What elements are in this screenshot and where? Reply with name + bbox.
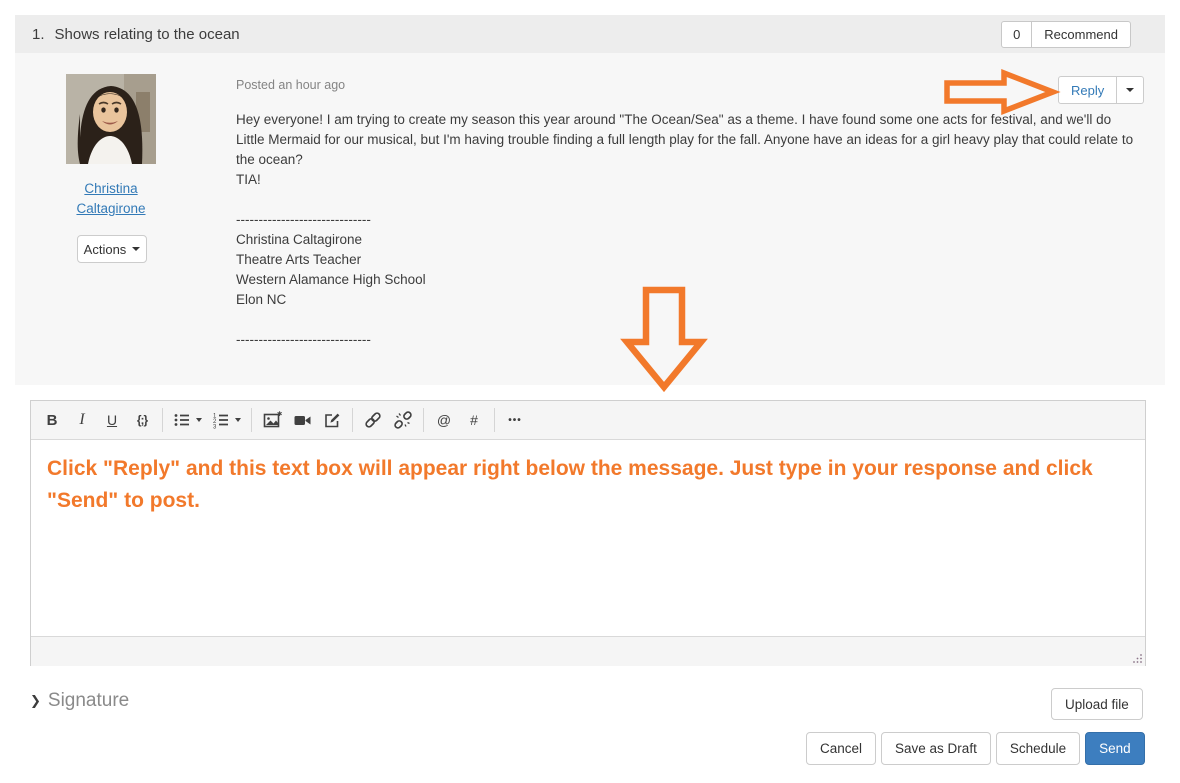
- underline-icon[interactable]: U: [97, 405, 127, 435]
- actions-button[interactable]: Actions: [77, 235, 147, 263]
- save-as-draft-button[interactable]: Save as Draft: [881, 732, 991, 765]
- remove-link-button[interactable]: [388, 405, 418, 435]
- thread-number: 1.: [32, 25, 45, 43]
- insert-video-button[interactable]: [287, 405, 317, 435]
- signature-toggle[interactable]: ❯ Signature: [30, 690, 129, 712]
- bullet-list-button[interactable]: [168, 405, 207, 435]
- compose-button[interactable]: [317, 405, 347, 435]
- toolbar-divider: [494, 408, 495, 432]
- signature-title: Theatre Arts Teacher: [236, 252, 362, 267]
- toolbar-divider: [251, 408, 252, 432]
- discussion-page: 1. Shows relating to the ocean 0 Recomme…: [0, 0, 1180, 783]
- bullet-list-icon: [174, 414, 189, 426]
- insert-image-icon: ✱: [263, 411, 282, 427]
- svg-text:✱: ✱: [277, 411, 282, 418]
- bold-icon[interactable]: B: [37, 405, 67, 435]
- reply-editor: B I U {;} 1 2 3 ✱ @ # ••• Click "Reply" …: [30, 400, 1146, 666]
- more-options-icon[interactable]: •••: [500, 405, 530, 435]
- toolbar-divider: [423, 408, 424, 432]
- recommend-button[interactable]: Recommend: [1032, 22, 1130, 47]
- recommend-button-group: 0 Recommend: [1001, 21, 1131, 48]
- annotation-arrow-down-icon: [620, 286, 708, 393]
- recommend-count[interactable]: 0: [1002, 22, 1033, 47]
- post-card: Christina Caltagirone Actions Posted an …: [15, 53, 1165, 385]
- insert-video-icon: [294, 415, 310, 425]
- avatar[interactable]: [66, 74, 156, 164]
- annotation-arrow-right-icon: [944, 69, 1061, 115]
- compose-icon: [324, 413, 339, 427]
- resize-grip-icon[interactable]: [1132, 653, 1143, 664]
- editor-actions-bar: Cancel Save as Draft Schedule Send: [806, 732, 1145, 765]
- signature-toggle-label: Signature: [47, 690, 130, 711]
- caret-down-icon: [196, 418, 202, 422]
- schedule-button[interactable]: Schedule: [995, 732, 1081, 765]
- send-button[interactable]: Send: [1085, 732, 1145, 765]
- editor-content-area[interactable]: Click "Reply" and this text box will app…: [31, 440, 1145, 636]
- caret-down-icon: [235, 418, 241, 422]
- author-link-last[interactable]: Caltagirone: [41, 199, 181, 219]
- insert-link-icon: [365, 412, 381, 428]
- editor-status-bar: [31, 636, 1145, 666]
- insert-link-button[interactable]: [358, 405, 388, 435]
- editor-toolbar: B I U {;} 1 2 3 ✱ @ # •••: [31, 401, 1145, 440]
- cancel-button[interactable]: Cancel: [806, 732, 877, 765]
- toolbar-divider: [162, 408, 163, 432]
- svg-text:3: 3: [213, 424, 217, 429]
- numbered-list-button[interactable]: 1 2 3: [207, 405, 246, 435]
- avatar-photo-icon: [66, 74, 156, 164]
- author-name: Christina Caltagirone: [41, 179, 181, 219]
- author-link-first[interactable]: Christina: [41, 179, 181, 199]
- thread-title: Shows relating to the ocean: [54, 25, 240, 43]
- upload-file-button[interactable]: Upload file: [1051, 688, 1143, 720]
- italic-icon[interactable]: I: [67, 405, 97, 435]
- caret-down-icon: [132, 247, 141, 251]
- post-timestamp: Posted an hour ago: [236, 78, 346, 92]
- signature-name: Christina Caltagirone: [236, 232, 363, 247]
- numbered-list-icon: 1 2 3: [213, 413, 228, 429]
- caret-down-icon: [1126, 88, 1135, 92]
- chevron-right-icon: ❯: [30, 693, 41, 708]
- reply-dropdown-button[interactable]: [1117, 76, 1145, 104]
- actions-button-label: Actions: [83, 241, 127, 257]
- post-paragraph: Hey everyone! I am trying to create my s…: [236, 112, 1134, 167]
- insert-image-button[interactable]: ✱: [257, 405, 287, 435]
- post-tia: TIA!: [236, 172, 261, 187]
- hashtag-icon[interactable]: #: [459, 405, 489, 435]
- thread-header: 1. Shows relating to the ocean 0 Recomme…: [15, 15, 1165, 53]
- code-view-icon[interactable]: {;}: [127, 405, 157, 435]
- editor-annotation-text: Click "Reply" and this text box will app…: [47, 457, 1093, 512]
- toolbar-divider: [352, 408, 353, 432]
- signature-divider: ------------------------------: [236, 212, 371, 227]
- reply-button-group: Reply: [1058, 76, 1145, 104]
- mention-icon[interactable]: @: [429, 405, 459, 435]
- remove-link-icon: [394, 411, 412, 429]
